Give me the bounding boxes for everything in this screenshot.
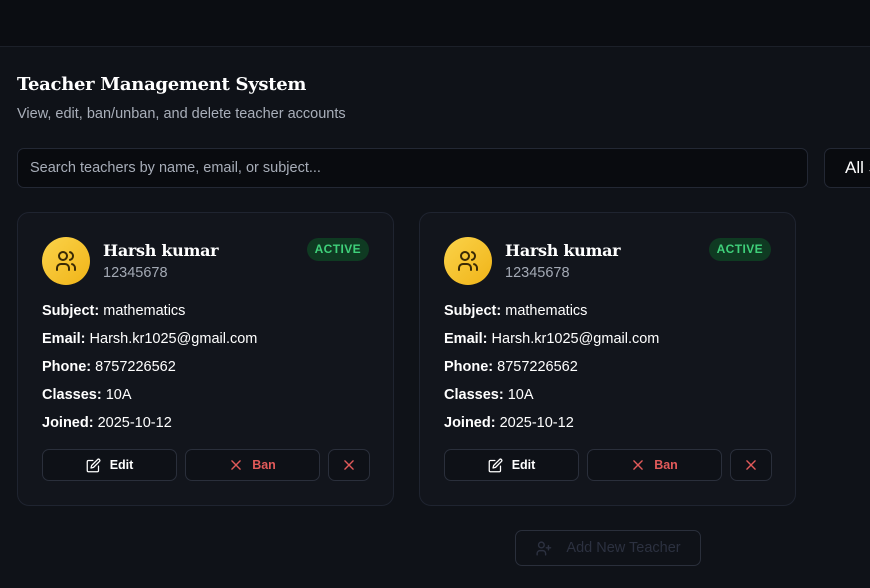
ban-button[interactable]: Ban: [587, 449, 722, 481]
teacher-avatar: [444, 237, 492, 285]
joined-label: Joined:: [444, 415, 496, 431]
email-label: Email:: [42, 331, 86, 347]
classes-field: Classes: 10A: [42, 387, 132, 403]
email-value: Harsh.kr1025@gmail.com: [491, 331, 660, 347]
users-icon: [54, 249, 78, 273]
status-badge: ACTIVE: [306, 238, 369, 261]
classes-field: Classes: 10A: [444, 387, 534, 403]
teacher-id: 12345678: [505, 265, 570, 281]
search-input[interactable]: [17, 148, 808, 188]
joined-value: 2025-10-12: [499, 415, 574, 431]
ban-button[interactable]: Ban: [185, 449, 320, 481]
email-field: Email: Harsh.kr1025@gmail.com: [42, 331, 257, 347]
x-icon: [229, 458, 243, 472]
classes-value: 10A: [105, 387, 132, 403]
add-teacher-label: Add New Teacher: [566, 540, 681, 556]
subject-field: Subject: mathematics: [444, 303, 587, 319]
edit-button-label: Edit: [511, 458, 536, 472]
classes-label: Classes:: [42, 387, 102, 403]
edit-button[interactable]: Edit: [42, 449, 177, 481]
top-bar: [0, 0, 870, 47]
user-plus-icon: [535, 540, 552, 557]
delete-button[interactable]: [328, 449, 370, 481]
joined-label: Joined:: [42, 415, 94, 431]
page-title: Teacher Management System: [17, 74, 307, 95]
delete-button[interactable]: [730, 449, 772, 481]
ban-button-label: Ban: [654, 458, 678, 472]
subject-value: mathematics: [103, 303, 186, 319]
x-icon: [631, 458, 645, 472]
phone-field: Phone: 8757226562: [42, 359, 176, 375]
close-icon: [744, 458, 758, 472]
email-value: Harsh.kr1025@gmail.com: [89, 331, 258, 347]
close-icon: [342, 458, 356, 472]
edit-icon: [488, 458, 503, 473]
joined-field: Joined: 2025-10-12: [42, 415, 172, 431]
email-label: Email:: [444, 331, 488, 347]
teacher-id: 12345678: [103, 265, 168, 281]
edit-button-label: Edit: [109, 458, 134, 472]
email-field: Email: Harsh.kr1025@gmail.com: [444, 331, 659, 347]
status-badge: ACTIVE: [708, 238, 771, 261]
page-subtitle: View, edit, ban/unban, and delete teache…: [17, 106, 346, 122]
edit-button[interactable]: Edit: [444, 449, 579, 481]
teacher-name: Harsh kumar: [103, 241, 219, 260]
add-teacher-button[interactable]: Add New Teacher: [515, 530, 701, 566]
phone-value: 8757226562: [497, 359, 578, 375]
subject-value: mathematics: [505, 303, 588, 319]
joined-value: 2025-10-12: [97, 415, 172, 431]
joined-field: Joined: 2025-10-12: [444, 415, 574, 431]
classes-label: Classes:: [444, 387, 504, 403]
classes-value: 10A: [507, 387, 534, 403]
status-filter-select[interactable]: All S: [824, 148, 870, 188]
status-filter-label: All S: [845, 158, 870, 177]
phone-value: 8757226562: [95, 359, 176, 375]
teacher-name: Harsh kumar: [505, 241, 621, 260]
teacher-avatar: [42, 237, 90, 285]
users-icon: [456, 249, 480, 273]
teacher-card: Harsh kumar 12345678 ACTIVE Subject: mat…: [17, 212, 394, 506]
ban-button-label: Ban: [252, 458, 276, 472]
phone-label: Phone:: [42, 359, 92, 375]
phone-field: Phone: 8757226562: [444, 359, 578, 375]
phone-label: Phone:: [444, 359, 494, 375]
subject-field: Subject: mathematics: [42, 303, 185, 319]
edit-icon: [86, 458, 101, 473]
subject-label: Subject:: [444, 303, 502, 319]
subject-label: Subject:: [42, 303, 100, 319]
teacher-card: Harsh kumar 12345678 ACTIVE Subject: mat…: [419, 212, 796, 506]
